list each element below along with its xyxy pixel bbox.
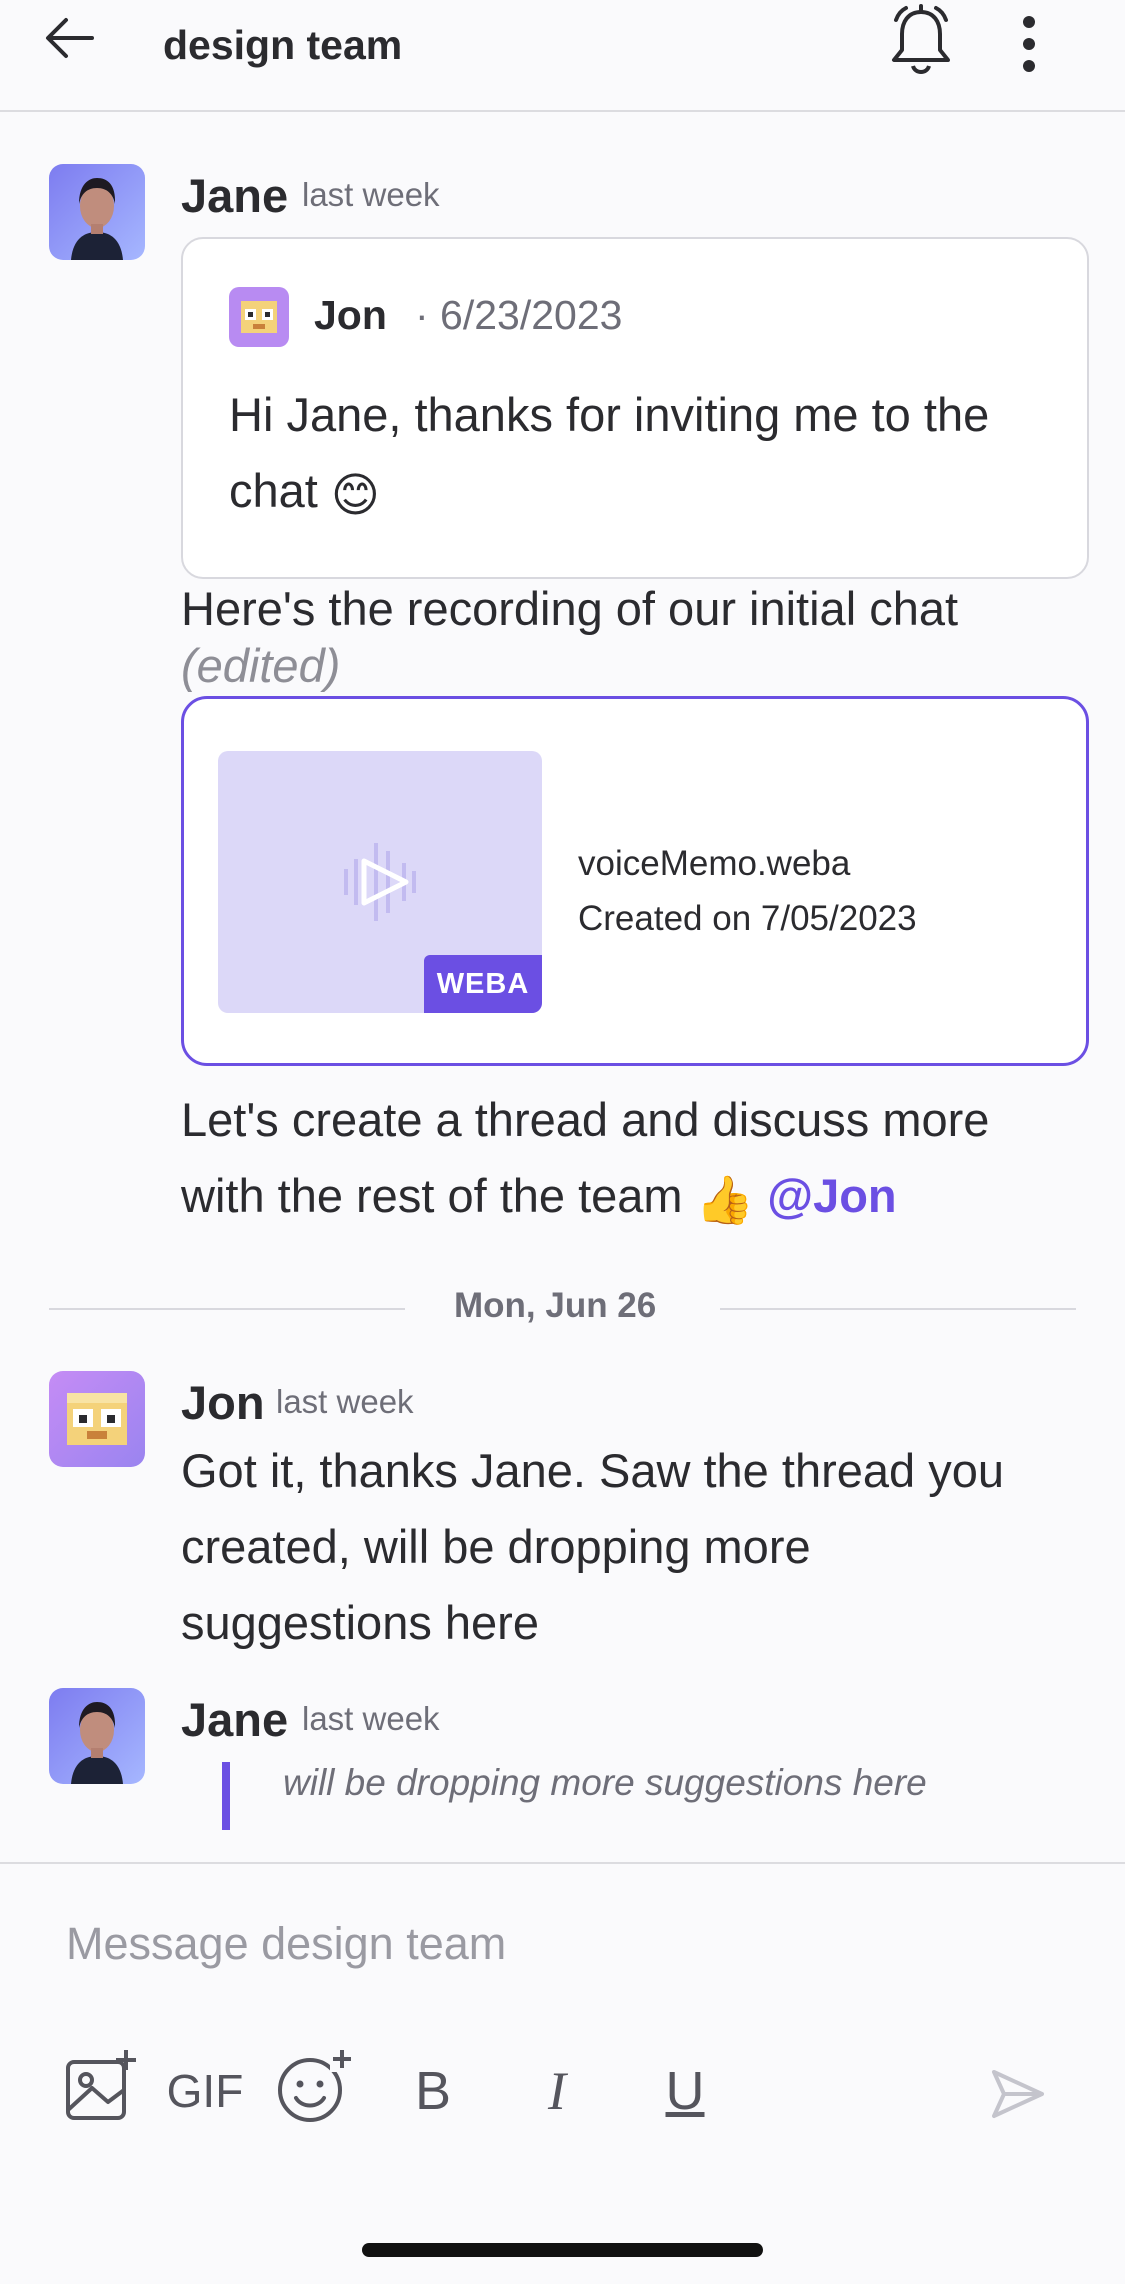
quoted-message[interactable]: Jon · 6/23/2023 Hi Jane, thanks for invi… [181, 237, 1089, 579]
chat-header: design team [0, 0, 1125, 112]
image-add-icon [66, 2050, 136, 2120]
message-author[interactable]: Jane [181, 168, 288, 223]
message-text: Got it, thanks Jane. Saw the thread you … [181, 1433, 1101, 1661]
quoted-date: · 6/23/2023 [415, 292, 623, 338]
send-icon [992, 2070, 1044, 2118]
message-timestamp: last week [276, 1383, 414, 1420]
quoted-author: Jon [314, 292, 387, 338]
composer-divider [0, 1862, 1125, 1864]
message-text: Here's the recording of our initial chat [181, 582, 959, 635]
thumbs-up-icon: 👍 [695, 1172, 755, 1226]
attach-image-button[interactable] [62, 2046, 142, 2126]
bold-label: B [414, 2061, 452, 2121]
more-vertical-icon [1023, 16, 1035, 72]
emoji-button[interactable] [274, 2046, 354, 2126]
user-avatar-image [49, 164, 145, 260]
message-timestamp: last week [302, 1700, 440, 1737]
message-author[interactable]: Jon [181, 1375, 265, 1430]
underline-button[interactable]: U [650, 2056, 720, 2126]
message-line: created, will be dropping more [181, 1520, 811, 1573]
reply-quote-text[interactable]: will be dropping more suggestions here [283, 1762, 927, 1804]
home-indicator [362, 2243, 763, 2257]
avatar[interactable] [49, 1371, 145, 1467]
emoji-avatar-icon [49, 1371, 145, 1467]
file-name: voiceMemo.weba [578, 844, 851, 883]
date-separator: Mon, Jun 26 [454, 1286, 657, 1325]
bold-button[interactable]: B [398, 2056, 468, 2126]
channel-title: design team [163, 22, 403, 68]
date-divider-line [49, 1308, 405, 1310]
underline-label: U [665, 2061, 705, 2121]
date-divider-line [720, 1308, 1076, 1310]
italic-button[interactable]: I [522, 2056, 592, 2126]
arrow-left-icon [46, 18, 94, 58]
smiling-face-icon: 😊 [330, 467, 380, 521]
avatar[interactable] [49, 1688, 145, 1784]
message-line: suggestions here [181, 1596, 539, 1649]
edited-label: (edited) [181, 639, 341, 692]
message-line: Got it, thanks Jane. Saw the thread you [181, 1444, 1004, 1497]
more-options-button[interactable] [1012, 14, 1046, 74]
quoted-text: Hi Jane, thanks for inviting me to the c… [229, 377, 1049, 533]
italic-label: I [548, 2061, 566, 2121]
message-line-text: with the rest of the team [181, 1169, 683, 1222]
back-button[interactable] [40, 8, 100, 68]
message-text: Let's create a thread and discuss more w… [181, 1082, 1101, 1238]
audio-thumbnail[interactable]: WEBA [218, 751, 542, 1013]
file-type-badge: WEBA [424, 955, 542, 1013]
emoji-avatar-icon [229, 287, 289, 347]
attachment-card[interactable]: WEBA voiceMemo.weba Created on 7/05/2023 [181, 696, 1089, 1066]
bell-icon [892, 4, 950, 74]
emoji-add-icon [278, 2046, 354, 2122]
avatar[interactable] [49, 164, 145, 260]
mention-link[interactable]: @Jon [767, 1169, 896, 1222]
gif-button[interactable]: GIF [160, 2056, 250, 2126]
gif-label: GIF [166, 2065, 244, 2117]
reply-quote-bar [222, 1762, 230, 1830]
message-line: with the rest of the team 👍 @Jon [181, 1158, 1101, 1238]
message-line: Let's create a thread and discuss more [181, 1093, 990, 1146]
message-timestamp: last week [302, 176, 440, 213]
quoted-avatar [229, 287, 289, 347]
file-created-date: Created on 7/05/2023 [578, 899, 917, 938]
send-button[interactable] [986, 2062, 1050, 2126]
message-author[interactable]: Jane [181, 1692, 288, 1747]
message-input[interactable] [66, 1914, 966, 1974]
notifications-button[interactable] [888, 4, 954, 78]
user-avatar-image [49, 1688, 145, 1784]
audio-play-icon [344, 843, 416, 921]
